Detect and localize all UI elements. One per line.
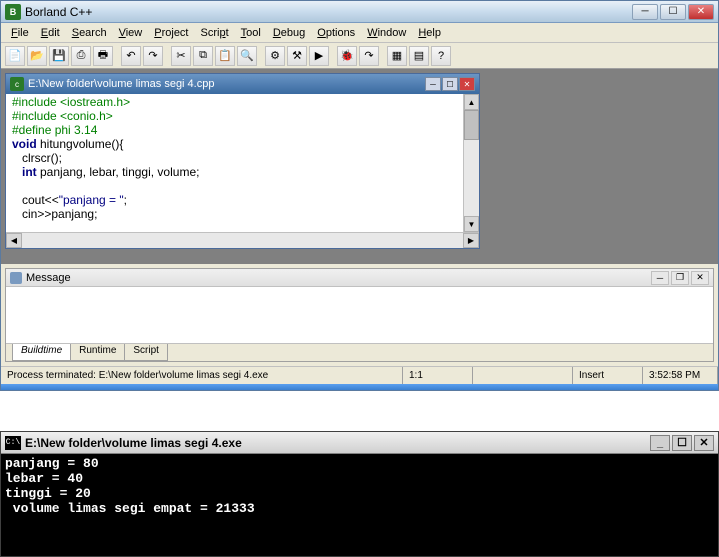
console-close-button[interactable]: ✕ <box>694 435 714 451</box>
tb-stepover-icon[interactable]: ↷ <box>359 46 379 66</box>
editor-window: c E:\New folder\volume limas segi 4.cpp … <box>5 73 480 249</box>
tb-window2-icon[interactable]: ▤ <box>409 46 429 66</box>
borland-ide-window: B Borland C++ ─ ☐ ✕ File Edit Search Vie… <box>0 0 719 391</box>
message-minimize-button[interactable]: ─ <box>651 271 669 285</box>
editor-hscrollbar[interactable]: ◀ ▶ <box>6 232 479 248</box>
status-blank <box>473 367 573 384</box>
menu-project[interactable]: Project <box>148 25 194 41</box>
tb-run-icon[interactable]: ▶ <box>309 46 329 66</box>
message-title: Message <box>26 272 651 284</box>
app-title: Borland C++ <box>25 5 632 19</box>
menu-view[interactable]: View <box>113 25 149 41</box>
tb-compile-icon[interactable]: ⚙ <box>265 46 285 66</box>
tb-help-icon[interactable]: ? <box>431 46 451 66</box>
message-body[interactable] <box>6 287 713 343</box>
maximize-button[interactable]: ☐ <box>660 4 686 20</box>
tb-paste-icon[interactable]: 📋 <box>215 46 235 66</box>
menu-tool[interactable]: Tool <box>235 25 267 41</box>
message-restore-button[interactable]: ❐ <box>671 271 689 285</box>
menu-script[interactable]: Script <box>195 25 235 41</box>
message-tabs: Buildtime Runtime Script <box>6 343 713 361</box>
menu-bar: File Edit Search View Project Script Too… <box>1 23 718 43</box>
editor-minimize-button[interactable]: ─ <box>425 77 441 91</box>
editor-close-button[interactable]: ✕ <box>459 77 475 91</box>
scroll-up-icon[interactable]: ▲ <box>464 94 479 110</box>
tb-window1-icon[interactable]: ▦ <box>387 46 407 66</box>
status-position: 1:1 <box>403 367 473 384</box>
tb-new-icon[interactable]: 📄 <box>5 46 25 66</box>
menu-edit[interactable]: Edit <box>35 25 66 41</box>
console-maximize-button[interactable]: ☐ <box>672 435 692 451</box>
toolbar: 📄 📂 💾 ⎙ 🖶 ↶ ↷ ✂ ⧉ 📋 🔍 ⚙ ⚒ ▶ 🐞 ↷ ▦ ▤ ? <box>1 43 718 69</box>
scroll-right-icon[interactable]: ▶ <box>463 233 479 248</box>
scroll-down-icon[interactable]: ▼ <box>464 216 479 232</box>
editor-file-title: E:\New folder\volume limas segi 4.cpp <box>28 78 425 90</box>
tb-saveall-icon[interactable]: ⎙ <box>71 46 91 66</box>
code-editor[interactable]: #include <iostream.h> #include <conio.h>… <box>6 94 463 232</box>
app-icon: B <box>5 4 21 20</box>
status-mode: Insert <box>573 367 643 384</box>
tb-cut-icon[interactable]: ✂ <box>171 46 191 66</box>
menu-window[interactable]: Window <box>361 25 412 41</box>
console-title-bar: C:\ E:\New folder\volume limas segi 4.ex… <box>1 432 718 454</box>
title-bar: B Borland C++ ─ ☐ ✕ <box>1 1 718 23</box>
tab-runtime[interactable]: Runtime <box>70 344 125 361</box>
close-button[interactable]: ✕ <box>688 4 714 20</box>
message-icon <box>10 272 22 284</box>
menu-options[interactable]: Options <box>311 25 361 41</box>
message-title-bar: Message ─ ❐ ✕ <box>6 269 713 287</box>
status-message: Process terminated: E:\New folder\volume… <box>1 367 403 384</box>
tb-print-icon[interactable]: 🖶 <box>93 46 113 66</box>
editor-file-icon: c <box>10 77 24 91</box>
tb-redo-icon[interactable]: ↷ <box>143 46 163 66</box>
tb-copy-icon[interactable]: ⧉ <box>193 46 213 66</box>
tab-buildtime[interactable]: Buildtime <box>12 344 71 361</box>
status-time: 3:52:58 PM <box>643 367 718 384</box>
menu-debug[interactable]: Debug <box>267 25 311 41</box>
tb-undo-icon[interactable]: ↶ <box>121 46 141 66</box>
tb-debug-icon[interactable]: 🐞 <box>337 46 357 66</box>
console-icon: C:\ <box>5 436 21 450</box>
tb-save-icon[interactable]: 💾 <box>49 46 69 66</box>
window-controls: ─ ☐ ✕ <box>632 4 714 20</box>
editor-area: c E:\New folder\volume limas segi 4.cpp … <box>1 69 718 264</box>
console-title: E:\New folder\volume limas segi 4.exe <box>25 436 650 450</box>
message-panel: Message ─ ❐ ✕ Buildtime Runtime Script <box>5 268 714 362</box>
editor-vscrollbar[interactable]: ▲ ▼ <box>463 94 479 232</box>
message-close-button[interactable]: ✕ <box>691 271 709 285</box>
editor-maximize-button[interactable]: ☐ <box>442 77 458 91</box>
bottom-divider <box>1 384 718 390</box>
tb-open-icon[interactable]: 📂 <box>27 46 47 66</box>
editor-body: #include <iostream.h> #include <conio.h>… <box>6 94 479 232</box>
menu-search[interactable]: Search <box>66 25 113 41</box>
tb-build-icon[interactable]: ⚒ <box>287 46 307 66</box>
editor-title-bar: c E:\New folder\volume limas segi 4.cpp … <box>6 74 479 94</box>
console-output[interactable]: panjang = 80 lebar = 40 tinggi = 20 volu… <box>1 454 718 556</box>
scroll-thumb[interactable] <box>464 110 479 140</box>
tab-script[interactable]: Script <box>124 344 168 361</box>
console-window: C:\ E:\New folder\volume limas segi 4.ex… <box>0 431 719 557</box>
tb-find-icon[interactable]: 🔍 <box>237 46 257 66</box>
status-bar: Process terminated: E:\New folder\volume… <box>1 366 718 384</box>
menu-file[interactable]: File <box>5 25 35 41</box>
console-minimize-button[interactable]: _ <box>650 435 670 451</box>
scroll-left-icon[interactable]: ◀ <box>6 233 22 248</box>
minimize-button[interactable]: ─ <box>632 4 658 20</box>
menu-help[interactable]: Help <box>412 25 447 41</box>
